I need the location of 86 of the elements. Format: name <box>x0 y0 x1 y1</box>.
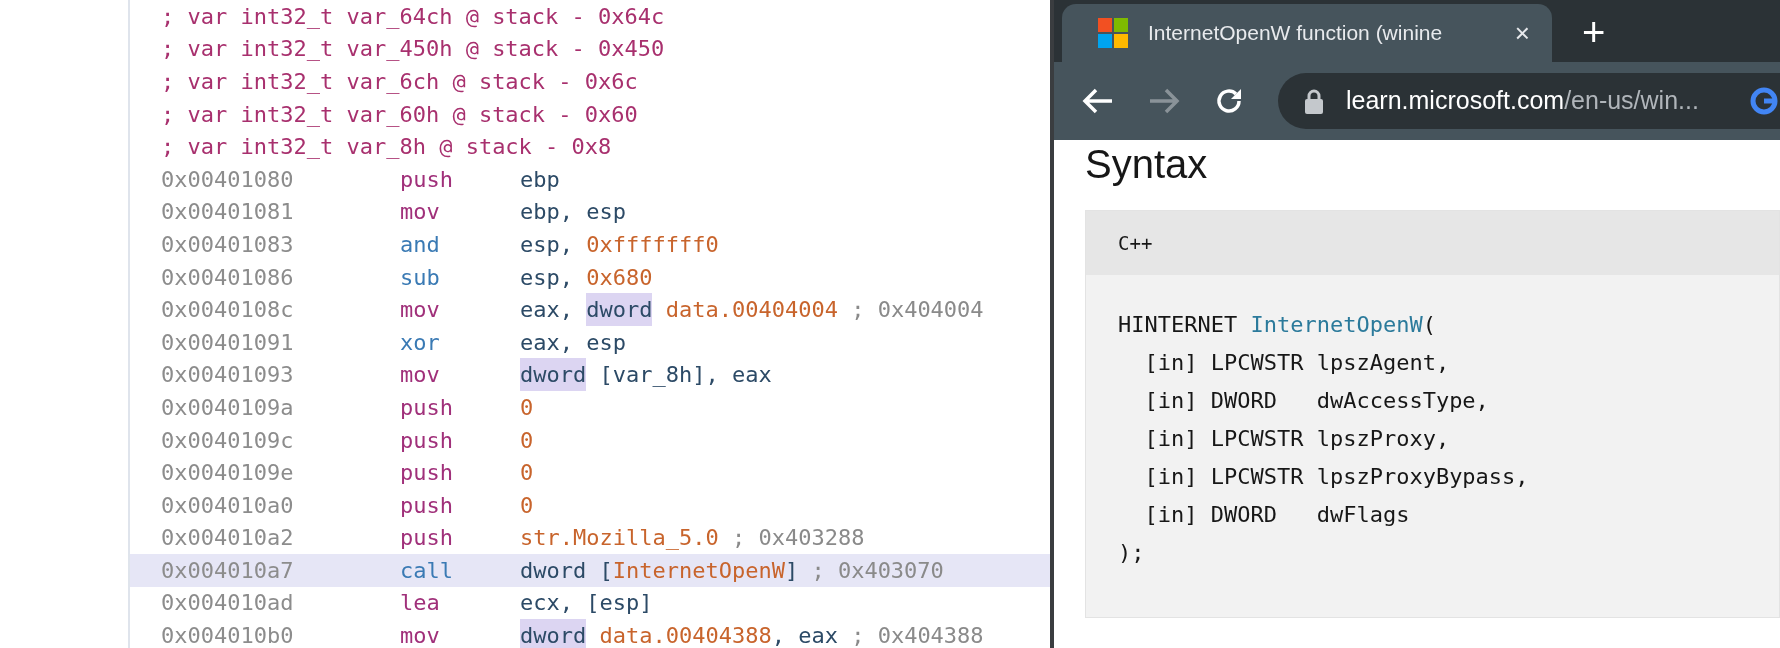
variable-comment: ; var int32_t var_60h @ stack - 0x60 <box>161 100 638 129</box>
language-label: C++ <box>1118 230 1153 256</box>
mnemonic: sub <box>400 263 441 292</box>
address: 0x00401081 <box>161 198 295 227</box>
operand: data.00404004 <box>664 296 838 325</box>
operand: dword <box>520 358 587 392</box>
operand: esp, <box>520 230 574 259</box>
code-line: [in] DWORD dwFlags <box>1143 500 1411 529</box>
mnemonic: xor <box>400 328 441 357</box>
address: 0x00401080 <box>161 165 295 194</box>
address: 0x00401086 <box>161 263 295 292</box>
code-line: [in] DWORD dwAccessType, <box>1143 386 1490 415</box>
operand: 0 <box>520 491 534 520</box>
operand: eax, esp <box>520 328 626 357</box>
operand: [var_8h], eax <box>598 361 772 390</box>
address-bar[interactable]: learn.microsoft.com/en-us/win... <box>1278 73 1780 129</box>
operand: ebp, esp <box>520 198 626 227</box>
g-logo-icon[interactable] <box>1750 87 1778 115</box>
url-domain: learn.microsoft.com <box>1346 85 1565 117</box>
address: 0x00401091 <box>161 328 295 357</box>
code-line: HINTERNET InternetOpenW( <box>1118 310 1437 339</box>
variable-comment: ; var int32_t var_64ch @ stack - 0x64c <box>161 2 665 31</box>
address: 0x00401083 <box>161 230 295 259</box>
mnemonic: mov <box>400 361 441 390</box>
new-tab-button[interactable]: + <box>1582 12 1606 52</box>
address-comment: ; 0x404004 <box>850 296 984 325</box>
variable-comment: ; var int32_t var_6ch @ stack - 0x6c <box>161 68 638 96</box>
address: 0x0040108c <box>161 296 295 325</box>
operand: 0xfffffff0 <box>586 230 719 259</box>
operand: eax, <box>520 296 574 325</box>
operand: dword <box>520 619 587 648</box>
mnemonic: push <box>400 491 454 520</box>
variable-comment: ; var int32_t var_8h @ stack - 0x8 <box>161 133 612 162</box>
back-icon[interactable] <box>1082 87 1114 115</box>
code-line: [in] LPCWSTR lpszProxy, <box>1143 424 1451 453</box>
address-comment: ; 0x403070 <box>810 556 944 585</box>
operand: esp, <box>520 263 574 292</box>
grid-logo-icon <box>1098 18 1128 48</box>
address: 0x004010b0 <box>161 622 295 648</box>
address: 0x004010a0 <box>161 491 295 520</box>
mnemonic: push <box>400 426 454 455</box>
address: 0x0040109a <box>161 393 295 422</box>
mnemonic: lea <box>400 589 441 618</box>
mnemonic: push <box>400 165 454 194</box>
forward-icon[interactable] <box>1148 87 1180 115</box>
mnemonic: mov <box>400 622 441 648</box>
mnemonic: call <box>400 556 454 585</box>
section-heading: Syntax <box>1085 142 1209 186</box>
variable-comment: ; var int32_t var_450h @ stack - 0x450 <box>161 35 665 64</box>
mnemonic: push <box>400 524 454 553</box>
lock-icon <box>1304 88 1324 114</box>
close-icon[interactable]: × <box>1514 13 1530 53</box>
url-path: /en-us/win... <box>1564 85 1699 117</box>
address-comment: ; 0x404388 <box>850 622 984 648</box>
operand: , eax <box>771 622 838 648</box>
code-line: [in] LPCWSTR lpszProxyBypass, <box>1143 462 1530 491</box>
operand: data.00404388 <box>598 622 772 648</box>
operand: 0 <box>520 426 534 455</box>
operand: 0x680 <box>586 263 653 292</box>
address: 0x004010a7 <box>161 556 295 585</box>
address: 0x0040109e <box>161 459 295 488</box>
address: 0x004010a2 <box>161 524 295 553</box>
operand: ] <box>784 556 799 585</box>
operand: ecx, [esp] <box>520 589 653 618</box>
mnemonic: push <box>400 393 454 422</box>
operand: ebp <box>520 165 560 194</box>
operand: 0 <box>520 393 534 422</box>
browser-tab[interactable]: InternetOpenW function (winine × <box>1062 4 1552 62</box>
operand: 0 <box>520 459 534 488</box>
mnemonic: and <box>400 230 441 259</box>
operand: InternetOpenW <box>612 556 785 585</box>
code-line: ); <box>1118 538 1146 567</box>
address: 0x0040109c <box>161 426 295 455</box>
operand: dword <box>586 293 653 327</box>
reload-icon[interactable] <box>1214 86 1244 116</box>
mnemonic: mov <box>400 198 441 227</box>
address-comment: ; 0x403288 <box>730 524 865 553</box>
tab-title: InternetOpenW function (winine <box>1148 20 1443 47</box>
code-line: [in] LPCWSTR lpszAgent, <box>1143 348 1451 377</box>
selected-row[interactable]: 0x004010a7 call dword [InternetOpenW] ; 0x403070 <box>130 554 1050 587</box>
address: 0x004010ad <box>161 589 295 618</box>
operand: str.Mozilla_5.0 <box>520 524 719 553</box>
mnemonic: mov <box>400 296 441 325</box>
address: 0x00401093 <box>161 361 295 390</box>
operand: dword [ <box>520 556 613 585</box>
mnemonic: push <box>400 459 454 488</box>
